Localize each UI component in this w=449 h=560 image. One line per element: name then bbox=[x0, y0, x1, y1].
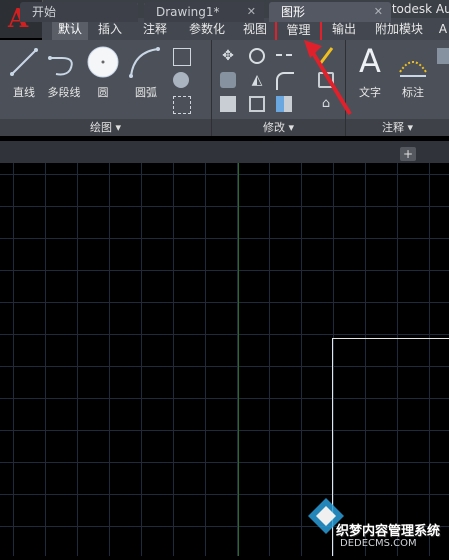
copy-icon[interactable] bbox=[220, 72, 236, 88]
polyline-tool-label[interactable]: 多段线 bbox=[42, 84, 86, 100]
circle-tool-label[interactable]: 圆 bbox=[90, 84, 116, 100]
annotation-panel-title[interactable]: 注释 ▾ bbox=[346, 119, 449, 136]
dimension-tool-label[interactable]: 标注 bbox=[396, 84, 430, 100]
doc-tab-drawing1[interactable]: Drawing1* ✕ bbox=[144, 2, 264, 22]
scale-icon[interactable] bbox=[249, 96, 265, 112]
doc-tab-label: 图形 bbox=[281, 2, 305, 22]
move-icon[interactable]: ✥ bbox=[220, 48, 236, 64]
line-tool-label[interactable]: 直线 bbox=[6, 84, 42, 100]
tab-more[interactable]: A bbox=[437, 18, 449, 40]
watermark-url: DEDECMS.COM bbox=[340, 538, 417, 549]
mirror-icon[interactable]: ◭ bbox=[249, 72, 265, 88]
arc-tool-label[interactable]: 圆弧 bbox=[128, 84, 164, 100]
boundary-icon[interactable] bbox=[173, 96, 191, 114]
polyline-icon bbox=[48, 46, 80, 80]
fillet-icon[interactable] bbox=[276, 72, 294, 90]
modify-panel-title[interactable]: 修改 ▾ bbox=[212, 119, 345, 136]
array-icon[interactable] bbox=[276, 96, 292, 112]
watermark-text: 织梦内容管理系统 bbox=[336, 520, 440, 539]
trim-icon[interactable] bbox=[276, 54, 292, 62]
draw-panel-title[interactable]: 绘图 ▾ bbox=[0, 119, 211, 136]
doc-tab-label: 开始 bbox=[32, 2, 56, 22]
doc-tab-shape[interactable]: 图形 ✕ bbox=[269, 2, 391, 22]
rectangle-icon[interactable] bbox=[173, 48, 191, 66]
document-tab-bar bbox=[0, 141, 449, 163]
dimension-icon bbox=[396, 50, 430, 80]
doc-tab-label: Drawing1* bbox=[156, 2, 220, 22]
arc-icon bbox=[128, 46, 162, 80]
close-icon[interactable]: ✕ bbox=[374, 2, 383, 22]
doc-tab-start[interactable]: 开始 bbox=[20, 2, 138, 22]
stretch-icon[interactable] bbox=[220, 96, 236, 112]
new-tab-plus-icon[interactable]: + bbox=[400, 147, 416, 161]
leader-icon[interactable] bbox=[437, 48, 449, 64]
line-icon bbox=[10, 46, 40, 80]
hatch-icon[interactable] bbox=[173, 72, 189, 88]
close-icon[interactable]: ✕ bbox=[247, 2, 256, 22]
red-arrow-icon bbox=[300, 38, 360, 118]
rotate-icon[interactable] bbox=[249, 48, 265, 64]
grid-overlay bbox=[0, 163, 449, 556]
circle-icon bbox=[86, 45, 120, 79]
drawing-canvas[interactable] bbox=[0, 163, 449, 556]
